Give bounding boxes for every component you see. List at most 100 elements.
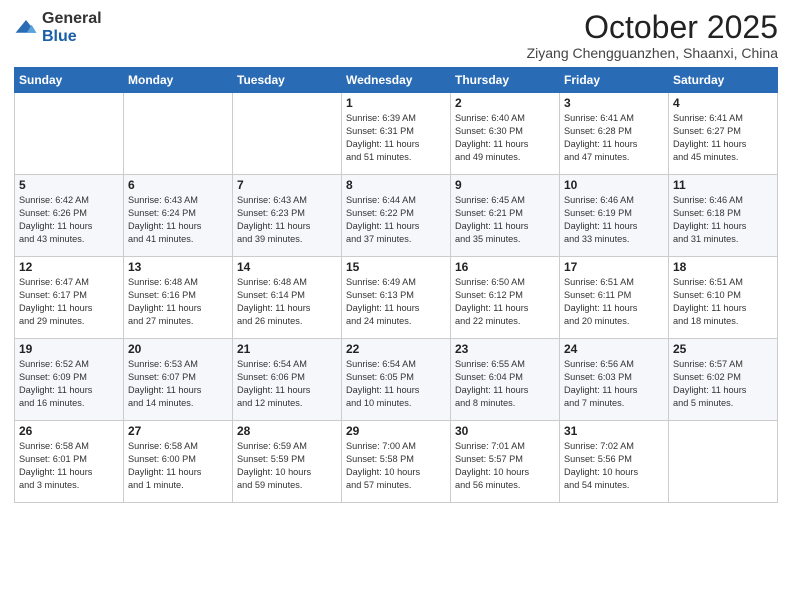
day-info: Sunrise: 7:00 AM Sunset: 5:58 PM Dayligh… (346, 440, 446, 492)
weekday-header-thursday: Thursday (451, 68, 560, 93)
month-title: October 2025 (527, 10, 778, 45)
day-info: Sunrise: 6:51 AM Sunset: 6:11 PM Dayligh… (564, 276, 664, 328)
day-info: Sunrise: 6:48 AM Sunset: 6:16 PM Dayligh… (128, 276, 228, 328)
day-number: 5 (19, 178, 119, 192)
calendar-cell: 25 Sunrise: 6:57 AM Sunset: 6:02 PM Dayli… (669, 339, 778, 421)
day-number: 27 (128, 424, 228, 438)
day-number: 15 (346, 260, 446, 274)
day-number: 26 (19, 424, 119, 438)
weekday-header-sunday: Sunday (15, 68, 124, 93)
day-info: Sunrise: 6:44 AM Sunset: 6:22 PM Dayligh… (346, 194, 446, 246)
weekday-header-saturday: Saturday (669, 68, 778, 93)
day-number: 13 (128, 260, 228, 274)
day-number: 28 (237, 424, 337, 438)
day-info: Sunrise: 6:54 AM Sunset: 6:05 PM Dayligh… (346, 358, 446, 410)
day-info: Sunrise: 6:54 AM Sunset: 6:06 PM Dayligh… (237, 358, 337, 410)
calendar-cell: 9 Sunrise: 6:45 AM Sunset: 6:21 PM Daylig… (451, 175, 560, 257)
day-number: 30 (455, 424, 555, 438)
header: General Blue October 2025 Ziyang Chenggu… (14, 10, 778, 61)
calendar-cell: 11Sunrise: 6:46 AM Sunset: 6:18 PM Dayli… (669, 175, 778, 257)
day-number: 8 (346, 178, 446, 192)
calendar-cell: 24 Sunrise: 6:56 AM Sunset: 6:03 PM Dayli… (560, 339, 669, 421)
calendar-cell: 15 Sunrise: 6:49 AM Sunset: 6:13 PM Dayli… (342, 257, 451, 339)
day-number: 10 (564, 178, 664, 192)
day-number: 24 (564, 342, 664, 356)
day-number: 23 (455, 342, 555, 356)
calendar-cell: 10 Sunrise: 6:46 AM Sunset: 6:19 PM Dayli… (560, 175, 669, 257)
calendar-table: SundayMondayTuesdayWednesdayThursdayFrid… (14, 67, 778, 503)
logo-general: General (42, 10, 102, 27)
weekday-header-friday: Friday (560, 68, 669, 93)
day-number: 4 (673, 96, 773, 110)
calendar-cell (15, 93, 124, 175)
day-info: Sunrise: 6:59 AM Sunset: 5:59 PM Dayligh… (237, 440, 337, 492)
day-info: Sunrise: 6:43 AM Sunset: 6:24 PM Dayligh… (128, 194, 228, 246)
weekday-header-row: SundayMondayTuesdayWednesdayThursdayFrid… (15, 68, 778, 93)
calendar-cell (233, 93, 342, 175)
title-block: October 2025 Ziyang Chengguanzhen, Shaan… (527, 10, 778, 61)
day-number: 14 (237, 260, 337, 274)
day-number: 25 (673, 342, 773, 356)
week-row-1: 1Sunrise: 6:39 AM Sunset: 6:31 PM Daylig… (15, 93, 778, 175)
day-info: Sunrise: 6:57 AM Sunset: 6:02 PM Dayligh… (673, 358, 773, 410)
week-row-5: 26 Sunrise: 6:58 AM Sunset: 6:01 PM Dayli… (15, 421, 778, 503)
calendar-cell: 21Sunrise: 6:54 AM Sunset: 6:06 PM Dayli… (233, 339, 342, 421)
day-info: Sunrise: 7:02 AM Sunset: 5:56 PM Dayligh… (564, 440, 664, 492)
day-info: Sunrise: 6:52 AM Sunset: 6:09 PM Dayligh… (19, 358, 119, 410)
week-row-4: 19 Sunrise: 6:52 AM Sunset: 6:09 PM Dayli… (15, 339, 778, 421)
day-info: Sunrise: 6:42 AM Sunset: 6:26 PM Dayligh… (19, 194, 119, 246)
day-info: Sunrise: 6:40 AM Sunset: 6:30 PM Dayligh… (455, 112, 555, 164)
calendar-cell: 26 Sunrise: 6:58 AM Sunset: 6:01 PM Dayli… (15, 421, 124, 503)
calendar-cell: 13 Sunrise: 6:48 AM Sunset: 6:16 PM Dayli… (124, 257, 233, 339)
calendar-cell: 19 Sunrise: 6:52 AM Sunset: 6:09 PM Dayli… (15, 339, 124, 421)
calendar-cell: 7Sunrise: 6:43 AM Sunset: 6:23 PM Daylig… (233, 175, 342, 257)
day-number: 18 (673, 260, 773, 274)
calendar-cell: 20 Sunrise: 6:53 AM Sunset: 6:07 PM Dayli… (124, 339, 233, 421)
calendar-cell: 22Sunrise: 6:54 AM Sunset: 6:05 PM Dayli… (342, 339, 451, 421)
calendar-cell: 2 Sunrise: 6:40 AM Sunset: 6:30 PM Daylig… (451, 93, 560, 175)
day-info: Sunrise: 6:43 AM Sunset: 6:23 PM Dayligh… (237, 194, 337, 246)
day-info: Sunrise: 6:41 AM Sunset: 6:27 PM Dayligh… (673, 112, 773, 164)
calendar-cell (669, 421, 778, 503)
day-info: Sunrise: 6:47 AM Sunset: 6:17 PM Dayligh… (19, 276, 119, 328)
day-number: 31 (564, 424, 664, 438)
calendar-cell: 29 Sunrise: 7:00 AM Sunset: 5:58 PM Dayli… (342, 421, 451, 503)
day-info: Sunrise: 6:50 AM Sunset: 6:12 PM Dayligh… (455, 276, 555, 328)
week-row-2: 5 Sunrise: 6:42 AM Sunset: 6:26 PM Daylig… (15, 175, 778, 257)
day-info: Sunrise: 6:55 AM Sunset: 6:04 PM Dayligh… (455, 358, 555, 410)
day-info: Sunrise: 7:01 AM Sunset: 5:57 PM Dayligh… (455, 440, 555, 492)
day-number: 19 (19, 342, 119, 356)
day-number: 20 (128, 342, 228, 356)
calendar-cell: 16Sunrise: 6:50 AM Sunset: 6:12 PM Dayli… (451, 257, 560, 339)
day-info: Sunrise: 6:53 AM Sunset: 6:07 PM Dayligh… (128, 358, 228, 410)
day-info: Sunrise: 6:48 AM Sunset: 6:14 PM Dayligh… (237, 276, 337, 328)
day-info: Sunrise: 6:51 AM Sunset: 6:10 PM Dayligh… (673, 276, 773, 328)
day-info: Sunrise: 6:45 AM Sunset: 6:21 PM Dayligh… (455, 194, 555, 246)
day-number: 2 (455, 96, 555, 110)
calendar-cell: 23 Sunrise: 6:55 AM Sunset: 6:04 PM Dayli… (451, 339, 560, 421)
calendar-cell: 18 Sunrise: 6:51 AM Sunset: 6:10 PM Dayli… (669, 257, 778, 339)
calendar-cell: 27Sunrise: 6:58 AM Sunset: 6:00 PM Dayli… (124, 421, 233, 503)
calendar-cell: 14 Sunrise: 6:48 AM Sunset: 6:14 PM Dayli… (233, 257, 342, 339)
day-number: 12 (19, 260, 119, 274)
calendar-cell: 30 Sunrise: 7:01 AM Sunset: 5:57 PM Dayli… (451, 421, 560, 503)
logo: General Blue (14, 10, 102, 46)
calendar-cell: 17Sunrise: 6:51 AM Sunset: 6:11 PM Dayli… (560, 257, 669, 339)
calendar-cell (124, 93, 233, 175)
calendar-cell: 12 Sunrise: 6:47 AM Sunset: 6:17 PM Dayli… (15, 257, 124, 339)
day-info: Sunrise: 6:46 AM Sunset: 6:19 PM Dayligh… (564, 194, 664, 246)
day-info: Sunrise: 6:49 AM Sunset: 6:13 PM Dayligh… (346, 276, 446, 328)
day-number: 6 (128, 178, 228, 192)
day-info: Sunrise: 6:58 AM Sunset: 6:01 PM Dayligh… (19, 440, 119, 492)
day-number: 29 (346, 424, 446, 438)
calendar-cell: 3Sunrise: 6:41 AM Sunset: 6:28 PM Daylig… (560, 93, 669, 175)
logo-icon (14, 18, 38, 38)
day-number: 9 (455, 178, 555, 192)
calendar-cell: 8 Sunrise: 6:44 AM Sunset: 6:22 PM Daylig… (342, 175, 451, 257)
day-info: Sunrise: 6:39 AM Sunset: 6:31 PM Dayligh… (346, 112, 446, 164)
calendar-cell: 5 Sunrise: 6:42 AM Sunset: 6:26 PM Daylig… (15, 175, 124, 257)
day-number: 11 (673, 178, 773, 192)
calendar-cell: 28 Sunrise: 6:59 AM Sunset: 5:59 PM Dayli… (233, 421, 342, 503)
day-info: Sunrise: 6:56 AM Sunset: 6:03 PM Dayligh… (564, 358, 664, 410)
calendar-cell: 4 Sunrise: 6:41 AM Sunset: 6:27 PM Daylig… (669, 93, 778, 175)
